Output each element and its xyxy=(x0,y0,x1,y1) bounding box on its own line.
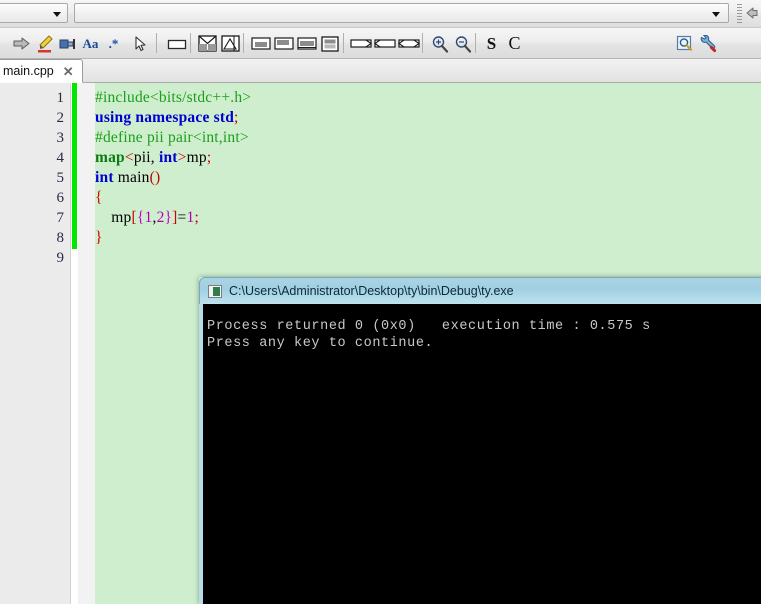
top-toolbar-row xyxy=(0,0,761,28)
line-number: 6 xyxy=(56,190,65,206)
highlight-pen-icon[interactable] xyxy=(33,32,56,55)
code-token: using namespace std xyxy=(95,109,235,126)
line-number: 5 xyxy=(56,170,65,186)
code-token: ; xyxy=(194,209,199,226)
code-line[interactable]: map<pii, int>mp; xyxy=(95,148,211,168)
rectangle-frame-icon[interactable] xyxy=(165,32,188,55)
find-icon[interactable] xyxy=(673,32,696,55)
console-window[interactable]: C:\Users\Administrator\Desktop\ty\bin\De… xyxy=(199,277,761,604)
line-number: 7 xyxy=(56,210,65,226)
toolbar-separator xyxy=(343,33,344,53)
back-arrow-icon[interactable] xyxy=(744,5,760,21)
console-titlebar[interactable]: C:\Users\Administrator\Desktop\ty\bin\De… xyxy=(199,277,761,304)
tab-label: main.cpp xyxy=(3,64,54,78)
code-token: > xyxy=(177,149,187,166)
code-token: main xyxy=(113,169,150,186)
code-line[interactable]: } xyxy=(95,228,103,248)
bold-s-icon[interactable]: S xyxy=(480,32,503,55)
code-token: < xyxy=(124,149,134,166)
toolbar-gripper[interactable] xyxy=(737,4,742,23)
line-number: 2 xyxy=(56,110,65,126)
wrench-icon[interactable] xyxy=(696,32,719,55)
changed-lines-marker xyxy=(72,83,77,249)
main-toolbar: Aa .* S C xyxy=(0,28,761,83)
code-token: 2 xyxy=(156,209,165,226)
code-token: } xyxy=(95,229,103,246)
image-frame-icon[interactable] xyxy=(219,32,242,55)
console-app-icon xyxy=(208,284,222,298)
line-number: 3 xyxy=(56,130,65,146)
code-token: mp xyxy=(95,209,132,226)
code-token: ; xyxy=(206,149,212,166)
line-number: 8 xyxy=(56,230,65,246)
console-title-text: C:\Users\Administrator\Desktop\ty\bin\De… xyxy=(229,284,514,298)
split-quad-icon[interactable] xyxy=(196,32,219,55)
code-token: #include<bits/stdc++.h> xyxy=(95,89,252,106)
console-line: Process returned 0 (0x0) execution time … xyxy=(207,319,651,334)
layout-top-icon[interactable] xyxy=(249,32,272,55)
code-token: mp xyxy=(186,149,207,166)
line-number: 1 xyxy=(56,90,65,106)
code-line[interactable]: using namespace std; xyxy=(95,108,239,128)
toolbar-separator xyxy=(475,33,476,53)
plugin-icon[interactable] xyxy=(56,32,79,55)
layout-left-icon[interactable] xyxy=(272,32,295,55)
toolbar-separator xyxy=(190,33,191,53)
line-number-gutter: 1 2 3 4 5 6 7 8 9 xyxy=(0,83,71,604)
code-token: int xyxy=(154,149,178,166)
code-token: map xyxy=(95,149,125,166)
code-token: { xyxy=(95,189,103,206)
close-icon[interactable]: ✕ xyxy=(63,65,74,78)
code-line[interactable]: #define pii pair<int,int> xyxy=(95,128,249,148)
code-token: pii, xyxy=(133,149,155,166)
chevron-down-icon xyxy=(53,12,61,17)
line-number: 4 xyxy=(56,150,65,166)
code-token: } xyxy=(164,209,173,226)
chevron-down-icon xyxy=(712,12,720,17)
code-line[interactable]: int main() xyxy=(95,168,160,188)
code-token: int xyxy=(95,169,114,186)
code-token: () xyxy=(149,169,161,186)
code-line[interactable]: mp[{1,2}]=1; xyxy=(95,208,199,228)
toolbar-separator xyxy=(422,33,423,53)
toolbar-separator xyxy=(156,33,157,53)
font-aa-icon[interactable]: Aa xyxy=(79,32,102,55)
code-folding-column[interactable] xyxy=(78,83,171,604)
tag-right-icon[interactable] xyxy=(349,32,372,55)
console-output-area[interactable]: Process returned 0 (0x0) execution time … xyxy=(199,304,761,604)
code-token: #define pii pair<int,int> xyxy=(95,129,249,146)
zoom-in-icon[interactable] xyxy=(428,32,451,55)
tag-both-icon[interactable] xyxy=(397,32,420,55)
serif-c-icon[interactable]: C xyxy=(503,32,526,55)
console-line: Press any key to continue. xyxy=(207,336,434,351)
scope-combobox[interactable] xyxy=(0,3,68,23)
code-token: ; xyxy=(234,109,239,126)
code-line[interactable]: { xyxy=(95,188,103,208)
zoom-out-icon[interactable] xyxy=(451,32,474,55)
toolbar-separator xyxy=(243,33,244,53)
layout-full-icon[interactable] xyxy=(295,32,318,55)
code-token: { xyxy=(136,209,145,226)
line-number: 9 xyxy=(56,250,65,266)
editor-tab-bar: main.cpp ✕ xyxy=(0,59,761,83)
layout-panel-icon[interactable] xyxy=(318,32,341,55)
code-line[interactable]: #include<bits/stdc++.h> xyxy=(95,88,251,108)
pointer-select-icon[interactable] xyxy=(128,32,151,55)
tag-left-icon[interactable] xyxy=(373,32,396,55)
symbol-combobox[interactable] xyxy=(74,3,729,23)
wildcard-icon[interactable]: .* xyxy=(102,32,125,55)
run-arrow-icon[interactable] xyxy=(10,32,33,55)
tab-main-cpp[interactable]: main.cpp ✕ xyxy=(0,59,83,83)
